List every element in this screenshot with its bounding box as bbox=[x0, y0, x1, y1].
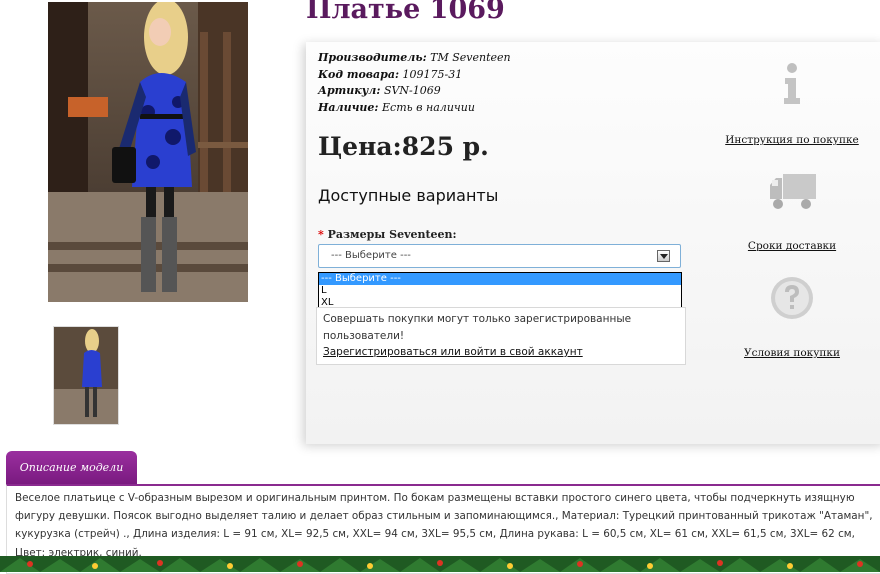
meta-manufacturer: Производитель: TM Seventeen bbox=[318, 51, 511, 64]
size-label: * Размеры Seventeen: bbox=[318, 228, 457, 241]
meta-product-code: Код товара: 109175-31 bbox=[318, 67, 463, 81]
login-notice-text: Совершать покупки могут только зарегистр… bbox=[323, 313, 632, 342]
description-text: Веселое платьице с V-образным вырезом и … bbox=[15, 492, 873, 559]
meta-article: Артикул: SVN-1069 bbox=[318, 84, 441, 97]
product-meta: Производитель: TM Seventeen Код товара: … bbox=[318, 50, 511, 116]
size-dropdown-list: --- Выберите --- L XL bbox=[318, 272, 682, 309]
meta-availability: Наличие: Есть в наличии bbox=[318, 100, 475, 114]
question-icon[interactable] bbox=[768, 275, 816, 323]
purchase-terms-link[interactable]: Условия покупки bbox=[722, 347, 862, 359]
product-photo-main[interactable] bbox=[48, 2, 248, 302]
product-price: Цена:825 р. bbox=[318, 132, 489, 161]
size-option-placeholder[interactable]: --- Выберите --- bbox=[319, 273, 681, 285]
required-mark: * bbox=[318, 228, 324, 241]
size-select[interactable]: --- Выберите --- bbox=[318, 244, 681, 268]
size-option-l[interactable]: L bbox=[319, 285, 681, 297]
login-notice: Совершать покупки могут только зарегистр… bbox=[316, 307, 686, 365]
chevron-down-icon[interactable] bbox=[657, 250, 670, 262]
size-select-value: --- Выберите --- bbox=[331, 250, 411, 261]
truck-icon[interactable] bbox=[768, 171, 818, 211]
christmas-garland bbox=[0, 556, 880, 572]
delivery-terms-link[interactable]: Сроки доставки bbox=[722, 240, 862, 252]
purchase-instructions-link[interactable]: Инструкция по покупке bbox=[722, 134, 862, 146]
info-icon[interactable] bbox=[770, 62, 814, 106]
product-title: Платье 1069 bbox=[306, 0, 505, 25]
tab-model-description[interactable]: Описание модели bbox=[6, 451, 137, 484]
variants-heading: Доступные варианты bbox=[318, 186, 499, 205]
product-photo-thumbnail[interactable] bbox=[53, 326, 119, 425]
login-register-link[interactable]: Зарегистрироваться или войти в свой акка… bbox=[323, 344, 679, 361]
